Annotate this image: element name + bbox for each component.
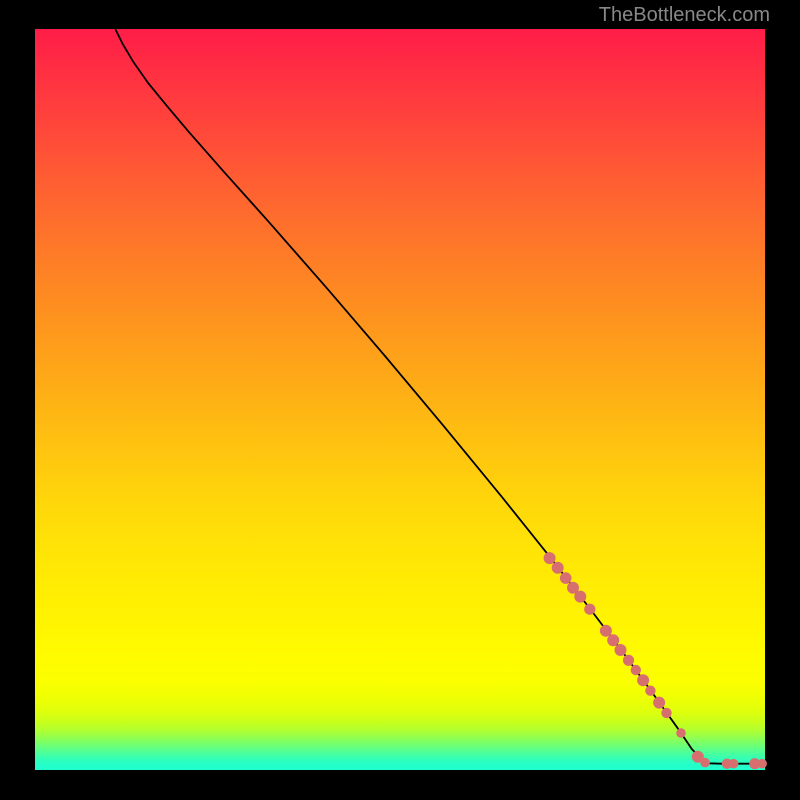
curve-line — [115, 29, 765, 764]
data-point — [653, 697, 665, 709]
data-point — [574, 591, 586, 603]
chart-overlay — [35, 29, 765, 770]
data-point — [552, 562, 564, 574]
curve-markers — [544, 552, 767, 769]
data-point — [560, 572, 572, 584]
data-point — [637, 674, 649, 686]
data-point — [584, 604, 595, 615]
attribution-text: TheBottleneck.com — [599, 4, 770, 27]
data-point — [607, 634, 619, 646]
data-point — [729, 759, 739, 769]
data-point — [676, 728, 686, 738]
data-point — [645, 686, 655, 696]
data-point — [623, 655, 634, 666]
data-point — [700, 758, 710, 768]
data-point — [600, 625, 612, 637]
data-point — [661, 708, 671, 718]
data-point — [615, 644, 627, 656]
data-point — [757, 759, 767, 769]
chart-frame: TheBottleneck.com — [0, 0, 800, 800]
data-point — [631, 665, 641, 675]
data-point — [544, 552, 556, 564]
